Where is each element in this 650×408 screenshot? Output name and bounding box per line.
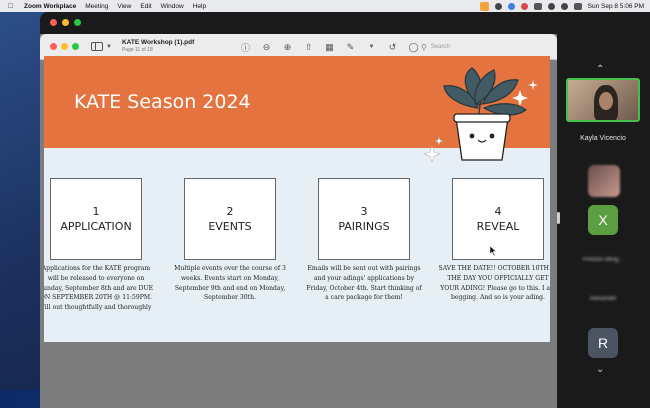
status-blue-icon[interactable]	[507, 2, 515, 10]
markup-toolbar-icon[interactable]: ◯	[408, 42, 419, 53]
spotlight-icon[interactable]	[560, 2, 568, 10]
document-title: KATE Workshop (1).pdf	[121, 39, 195, 47]
zoom-in-icon[interactable]: ⊕	[282, 42, 293, 53]
menu-meeting[interactable]: Meeting	[85, 3, 108, 10]
card-label: REVEAL	[476, 220, 520, 233]
card-reveal: 4 REVEAL	[452, 178, 544, 260]
participant-name-blurred: Alexander	[589, 296, 617, 302]
pdf-slide: KATE Season 2024 1 APPLICATION 2 EVENTS …	[44, 56, 550, 342]
active-speaker-video[interactable]	[566, 78, 640, 122]
chevron-down-icon[interactable]: ▼	[366, 44, 377, 50]
page-indicator: Page 11 of 18	[121, 46, 153, 53]
chevron-up-icon[interactable]: ⌃	[596, 64, 604, 75]
participant-name-x: Preston Ming...	[582, 257, 624, 263]
card-label: EVENTS	[208, 220, 252, 233]
card-description-reveal: SAVE THE DATE!! OCTOBER 10TH IS THE DAY …	[438, 265, 550, 302]
battery-icon[interactable]	[533, 2, 542, 10]
search-field[interactable]: ⚲ Search	[421, 41, 541, 53]
menu-app-name[interactable]: Zoom Workplace	[24, 3, 76, 10]
card-application: 1 APPLICATION	[50, 178, 142, 260]
status-red-icon[interactable]	[520, 2, 528, 10]
card-pairings: 3 PAIRINGS	[318, 178, 410, 260]
mouse-cursor-icon	[490, 246, 497, 256]
potted-plant-illustration	[423, 67, 538, 163]
card-label: PAIRINGS	[338, 220, 390, 233]
rotate-icon[interactable]: ↺	[387, 42, 398, 53]
mac-menubar:  Zoom Workplace Meeting View Edit Windo…	[0, 0, 650, 12]
zoom-out-icon[interactable]: ⊖	[261, 42, 272, 53]
chevron-down-icon[interactable]: ▼	[106, 44, 112, 50]
menu-help[interactable]: Help	[193, 3, 206, 10]
menu-view[interactable]: View	[117, 3, 131, 10]
fullscreen-window-button[interactable]	[74, 18, 81, 26]
participant-face	[599, 92, 613, 110]
minimize-window-button[interactable]	[62, 18, 69, 26]
wifi-icon[interactable]	[547, 2, 555, 10]
participant-photo-avatar[interactable]	[588, 165, 620, 197]
preview-traffic-lights	[50, 43, 79, 50]
card-description-events: Multiple events over the course of 3 wee…	[174, 265, 286, 302]
control-center-icon[interactable]	[573, 2, 582, 10]
zoom-status-icon[interactable]	[479, 1, 489, 11]
menu-window[interactable]: Window	[161, 3, 184, 10]
menubar-status-area: Sun Sep 8 5:06 PM	[479, 1, 650, 11]
card-description-application: Applications for the KATE program will b…	[44, 265, 154, 312]
sidebar-toggle-icon[interactable]	[91, 42, 103, 51]
card-number: 3	[360, 205, 368, 218]
card-label: APPLICATION	[60, 220, 132, 233]
panel-resize-handle[interactable]	[557, 212, 560, 224]
menubar-clock[interactable]: Sun Sep 8 5:06 PM	[588, 3, 644, 10]
slide-title: KATE Season 2024	[74, 91, 251, 113]
participant-avatar-x[interactable]: X	[588, 205, 618, 235]
markup-pen-icon[interactable]: ✎	[345, 42, 356, 53]
info-icon[interactable]: ⓘ	[240, 41, 251, 54]
card-description-pairings: Emails will be sent out with pairings an…	[306, 265, 422, 302]
card-number: 2	[226, 205, 234, 218]
status-circle-icon[interactable]	[494, 2, 502, 10]
search-icon: ⚲	[421, 42, 427, 52]
zoom-titlebar	[40, 12, 650, 32]
preview-close-button[interactable]	[50, 43, 57, 50]
share-icon[interactable]: ⇧	[303, 42, 314, 53]
participant-avatar-r[interactable]: R	[588, 328, 618, 358]
preview-zoom-button[interactable]	[72, 43, 79, 50]
preview-minimize-button[interactable]	[61, 43, 68, 50]
card-events: 2 EVENTS	[184, 178, 276, 260]
document-title-block: KATE Workshop (1).pdf Page 11 of 18	[122, 40, 194, 53]
active-speaker-name: Kayla Vicencio	[580, 135, 626, 142]
card-number: 1	[92, 205, 100, 218]
card-number: 4	[494, 205, 502, 218]
close-window-button[interactable]	[50, 18, 57, 26]
apple-menu-icon[interactable]: 	[8, 3, 18, 10]
search-placeholder: Search	[430, 44, 450, 50]
highlight-icon[interactable]: ▦	[324, 42, 335, 53]
chevron-down-icon[interactable]: ⌄	[596, 364, 604, 375]
menu-edit[interactable]: Edit	[140, 3, 151, 10]
